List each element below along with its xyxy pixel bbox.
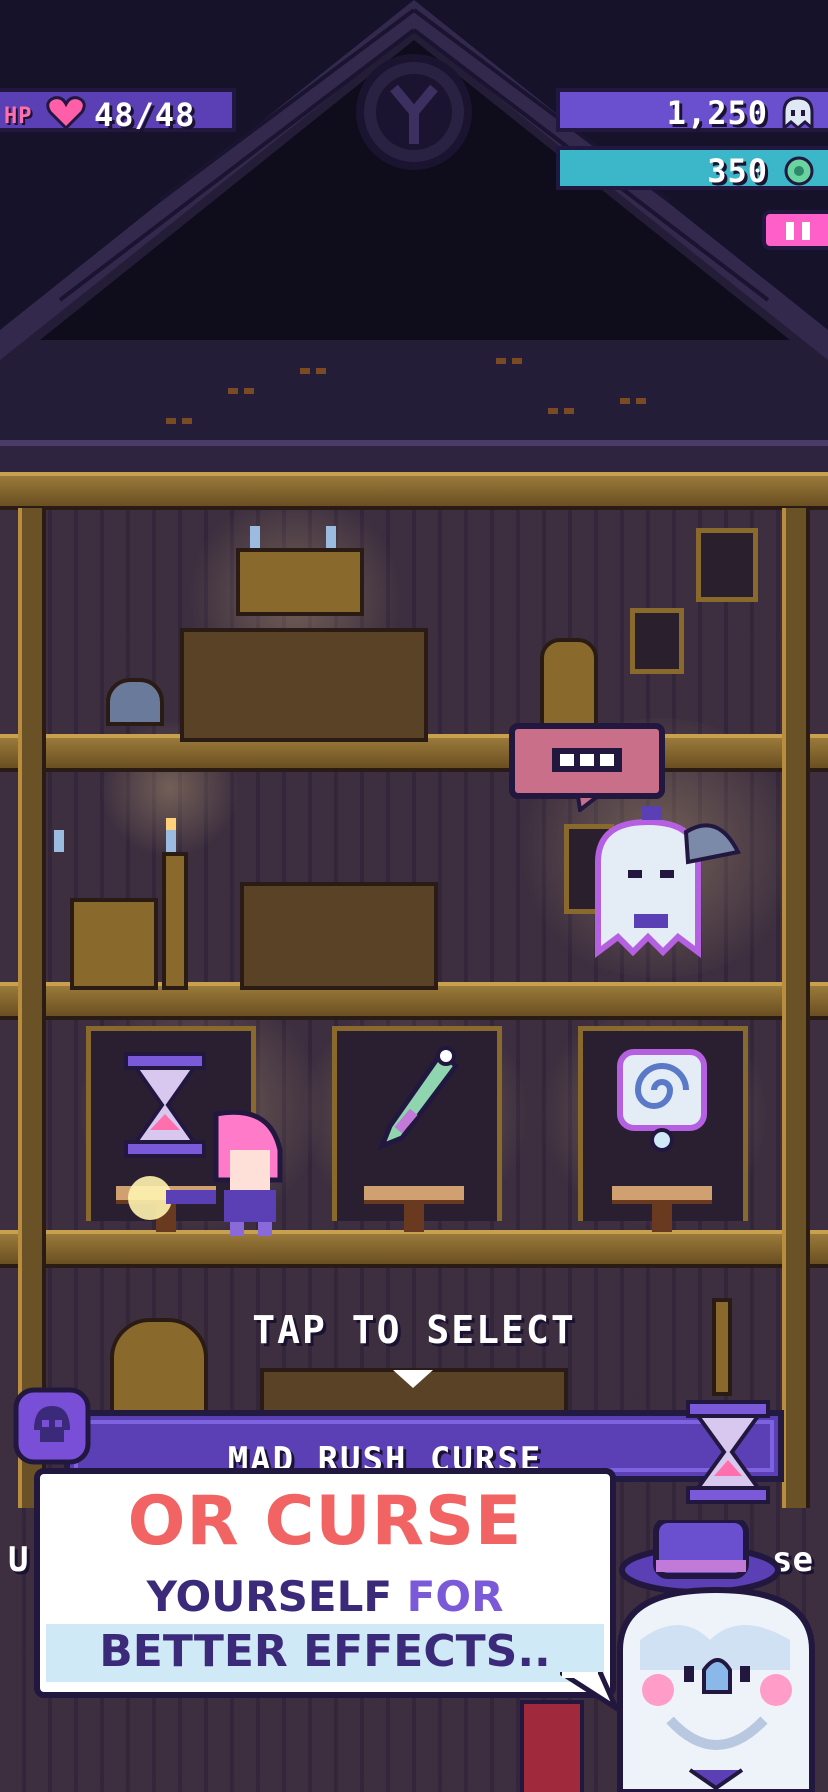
promo-line-3: BETTER EFFECTS.. xyxy=(99,1626,551,1677)
shopkeeper-speech-bubble xyxy=(509,723,665,812)
urn xyxy=(70,898,158,990)
player-character xyxy=(128,1109,283,1236)
left-pillar xyxy=(18,508,46,1508)
treasure-chest xyxy=(240,882,438,990)
heart-icon xyxy=(46,96,86,130)
wall-portrait xyxy=(696,528,758,602)
bone-dagger-icon[interactable] xyxy=(372,1046,462,1156)
ghost-coin-icon xyxy=(782,96,814,130)
gem-icon xyxy=(784,156,814,186)
candle xyxy=(250,526,260,548)
chevron-down-icon xyxy=(393,1370,433,1388)
promo-line-2-a: YOURSELF xyxy=(146,1572,393,1621)
skull-icon xyxy=(13,1387,91,1465)
hourglass-heart-icon xyxy=(686,1400,770,1504)
promo-line-2-b: FOR xyxy=(406,1572,504,1621)
promo-headline: OR CURSE xyxy=(127,1482,523,1561)
candle-flame xyxy=(166,818,176,830)
candle xyxy=(54,830,64,852)
ceiling-beam xyxy=(0,472,828,510)
shopkeeper-ghost xyxy=(595,806,741,958)
promo-speech-bubble: OR CURSE YOURSELF FOR BETTER EFFECTS.. xyxy=(34,1468,616,1698)
gem-value: 350 xyxy=(707,152,768,190)
right-pillar xyxy=(782,508,810,1508)
skull-decor xyxy=(106,678,164,726)
mascot-ghost xyxy=(617,1520,815,1792)
chandelier xyxy=(236,548,364,616)
candle xyxy=(166,830,176,852)
ghost-coin-counter: 1,250 xyxy=(556,88,828,132)
ghost-coin-value: 1,250 xyxy=(666,94,768,132)
hp-panel: HP 48/48 xyxy=(0,88,236,134)
pedestal-2 xyxy=(364,1186,464,1232)
wall-portrait xyxy=(630,608,684,674)
pedestal-3 xyxy=(612,1186,712,1232)
candlestick xyxy=(162,852,188,990)
hp-value: 48/48 xyxy=(94,96,196,134)
tap-to-select-prompt: TAP TO SELECT xyxy=(252,1308,576,1352)
promo-line-2: YOURSELF FOR xyxy=(40,1572,610,1621)
game-scene: HP 48/48 1,250 350 TAP TO SELECT MAD RUS… xyxy=(0,0,828,1792)
gem-counter: 350 xyxy=(556,146,828,190)
attic-roof xyxy=(0,0,828,480)
candle xyxy=(326,526,336,548)
pause-icon xyxy=(786,222,794,240)
spiral-scroll-icon[interactable] xyxy=(614,1046,710,1156)
curse-description-start: U xyxy=(8,1540,29,1580)
pause-button[interactable] xyxy=(762,210,828,250)
mascot-scarf xyxy=(520,1700,584,1792)
pause-icon xyxy=(802,222,810,240)
hp-label: HP xyxy=(4,104,33,129)
sofa xyxy=(180,628,428,742)
